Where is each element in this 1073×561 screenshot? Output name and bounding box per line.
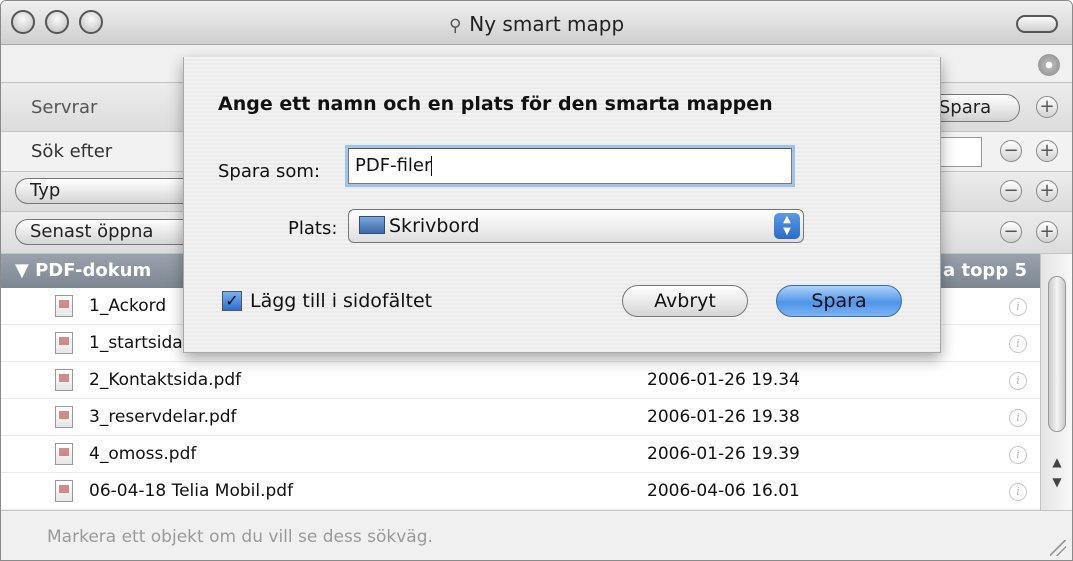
list-item[interactable]: 4_omoss.pdf 2006-01-26 19.39 i — [1, 436, 1041, 473]
save-button[interactable]: Spara — [776, 285, 902, 317]
location-label: Plats: — [288, 218, 338, 239]
info-icon[interactable]: i — [1009, 483, 1027, 501]
add-type-criterion-button[interactable]: + — [1036, 180, 1058, 202]
action-gear-icon[interactable] — [1038, 54, 1060, 76]
file-name: 4_omoss.pdf — [89, 444, 197, 464]
group-header-label: ▼ PDF-dokum — [15, 260, 152, 281]
info-icon[interactable]: i — [1009, 446, 1027, 464]
list-item[interactable]: 3_reservdelar.pdf 2006-01-26 19.38 i — [1, 399, 1041, 436]
info-icon[interactable]: i — [1009, 409, 1027, 427]
save-as-value: PDF-filer — [355, 155, 432, 176]
file-date: 2006-01-26 19.39 — [647, 444, 800, 464]
add-to-sidebar-checkbox[interactable]: ✓ — [222, 291, 242, 311]
window-title-text: Ny smart mapp — [469, 12, 625, 36]
title-bar: ⚲ Ny smart mapp — [1, 1, 1072, 45]
status-bar: Markera ett objekt om du vill se dess sö… — [1, 510, 1072, 560]
servers-label: Servrar — [31, 97, 98, 118]
pdf-file-icon — [55, 406, 73, 428]
add-to-sidebar-label[interactable]: Lägg till i sidofältet — [250, 290, 432, 312]
resize-grip-icon[interactable] — [1050, 540, 1066, 556]
desktop-folder-icon — [359, 216, 385, 234]
sheet-title: Ange ett namn och en plats för den smart… — [218, 93, 773, 115]
file-date: 2006-01-26 19.34 — [647, 370, 800, 390]
file-date: 2006-01-26 19.38 — [647, 407, 800, 427]
remove-last-opened-criterion-button[interactable]: − — [1000, 221, 1022, 243]
info-icon[interactable]: i — [1009, 298, 1027, 316]
save-smart-folder-sheet: Ange ett namn och en plats för den smart… — [183, 57, 941, 353]
scroll-arrows-icon[interactable]: ▲ ▼ — [1045, 452, 1069, 502]
pdf-file-icon — [55, 369, 73, 391]
window-title: ⚲ Ny smart mapp — [1, 12, 1072, 36]
cancel-button[interactable]: Avbryt — [622, 285, 748, 317]
file-name: 2_Kontaktsida.pdf — [89, 370, 242, 390]
file-date: 2006-04-06 16.01 — [647, 481, 800, 501]
remove-criterion-button[interactable]: − — [1000, 140, 1022, 162]
search-for-label: Sök efter — [31, 141, 113, 162]
location-value: Skrivbord — [389, 215, 480, 237]
file-name: 3_reservdelar.pdf — [89, 407, 237, 427]
smart-folder-window: ⚲ Ny smart mapp Servrar Spara + Sök efter… — [0, 0, 1073, 561]
list-item[interactable]: 2_Kontaktsida.pdf 2006-01-26 19.34 i — [1, 362, 1041, 399]
pdf-file-icon — [55, 295, 73, 317]
pdf-file-icon — [55, 480, 73, 502]
group-header-show-top[interactable]: a topp 5 — [943, 260, 1027, 281]
results-scrollbar[interactable]: ▲ ▼ — [1040, 254, 1072, 510]
text-caret — [431, 156, 433, 176]
list-item[interactable]: 06-04-18 Telia Mobil.pdf 2006-04-06 16.0… — [1, 473, 1041, 510]
magnifier-icon: ⚲ — [448, 16, 462, 36]
info-icon[interactable]: i — [1009, 335, 1027, 353]
toolbar-toggle-button[interactable] — [1016, 15, 1058, 33]
add-last-opened-criterion-button[interactable]: + — [1036, 221, 1058, 243]
pdf-file-icon — [55, 443, 73, 465]
updown-arrows-icon: ▲ ▼ — [774, 213, 800, 239]
add-location-button[interactable]: + — [1036, 96, 1058, 118]
save-as-input[interactable]: PDF-filer — [348, 148, 792, 184]
remove-type-criterion-button[interactable]: − — [1000, 180, 1022, 202]
file-name: 06-04-18 Telia Mobil.pdf — [89, 481, 294, 501]
add-criterion-button[interactable]: + — [1036, 140, 1058, 162]
file-name: 1_Ackord — [89, 296, 167, 316]
location-select[interactable]: Skrivbord ▲ ▼ — [348, 209, 804, 243]
info-icon[interactable]: i — [1009, 372, 1027, 390]
path-status-text: Markera ett objekt om du vill se dess sö… — [47, 527, 433, 547]
pdf-file-icon — [55, 332, 73, 354]
scroll-thumb[interactable] — [1048, 276, 1066, 432]
save-as-label: Spara som: — [218, 161, 321, 182]
